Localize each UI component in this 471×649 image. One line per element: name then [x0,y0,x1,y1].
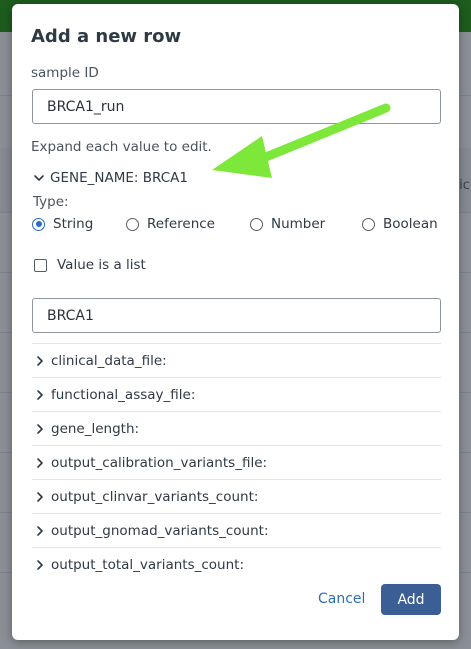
gene-name-toggle[interactable]: GENE_NAME: BRCA1 [31,168,188,188]
chevron-down-icon [34,175,44,181]
radio-checked-icon [32,217,45,231]
chevron-right-icon [37,389,43,400]
type-option-label: Reference [147,216,215,232]
field-list: clinical_data_file: functional_assay_fil… [32,343,441,581]
field-clinical-data-file[interactable]: clinical_data_file: [32,343,441,377]
field-label: output_gnomad_variants_count: [51,522,269,539]
gene-name-value-input[interactable] [32,298,441,333]
chevron-right-icon [37,457,43,468]
gene-name-label: GENE_NAME: BRCA1 [50,170,188,186]
field-label: output_total_variants_count: [51,556,245,573]
value-is-list-checkbox[interactable]: Value is a list [34,257,146,273]
field-label: output_calibration_variants_file: [51,454,268,471]
type-radio-group: String Reference Number Boolean [32,214,452,234]
type-radio-reference[interactable]: Reference [126,214,215,234]
radio-unchecked-icon [362,217,375,231]
type-option-label: Boolean [383,216,438,232]
field-functional-assay-file[interactable]: functional_assay_file: [32,377,441,411]
value-is-list-label: Value is a list [57,257,146,273]
expand-hint: Expand each value to edit. [31,139,212,155]
type-option-label: Number [271,216,326,232]
field-output-clinvar-variants-count[interactable]: output_clinvar_variants_count: [32,479,441,513]
chevron-right-icon [37,559,43,570]
field-label: output_clinvar_variants_count: [51,488,259,505]
cancel-button[interactable]: Cancel [310,584,373,614]
checkbox-unchecked-icon [34,258,47,272]
radio-unchecked-icon [250,217,263,231]
field-label: functional_assay_file: [51,386,196,403]
field-label: clinical_data_file: [51,352,167,369]
radio-unchecked-icon [126,217,139,231]
sample-id-label: sample ID [31,65,99,81]
type-label: Type: [33,194,69,210]
chevron-right-icon [37,525,43,536]
add-button[interactable]: Add [381,584,441,615]
type-radio-number[interactable]: Number [250,214,325,234]
type-radio-string[interactable]: String [32,214,93,234]
field-output-calibration-variants-file[interactable]: output_calibration_variants_file: [32,445,441,479]
type-radio-boolean[interactable]: Boolean [362,214,438,234]
field-output-total-variants-count[interactable]: output_total_variants_count: [32,547,441,581]
add-row-dialog: Add a new row sample ID Expand each valu… [12,4,459,640]
field-label: gene_length: [51,420,140,437]
field-gene-length[interactable]: gene_length: [32,411,441,445]
chevron-right-icon [37,423,43,434]
sample-id-input[interactable] [32,89,441,124]
chevron-right-icon [37,491,43,502]
field-output-gnomad-variants-count[interactable]: output_gnomad_variants_count: [32,513,441,547]
chevron-right-icon [37,355,43,366]
type-option-label: String [53,216,94,232]
dialog-title: Add a new row [31,26,182,47]
